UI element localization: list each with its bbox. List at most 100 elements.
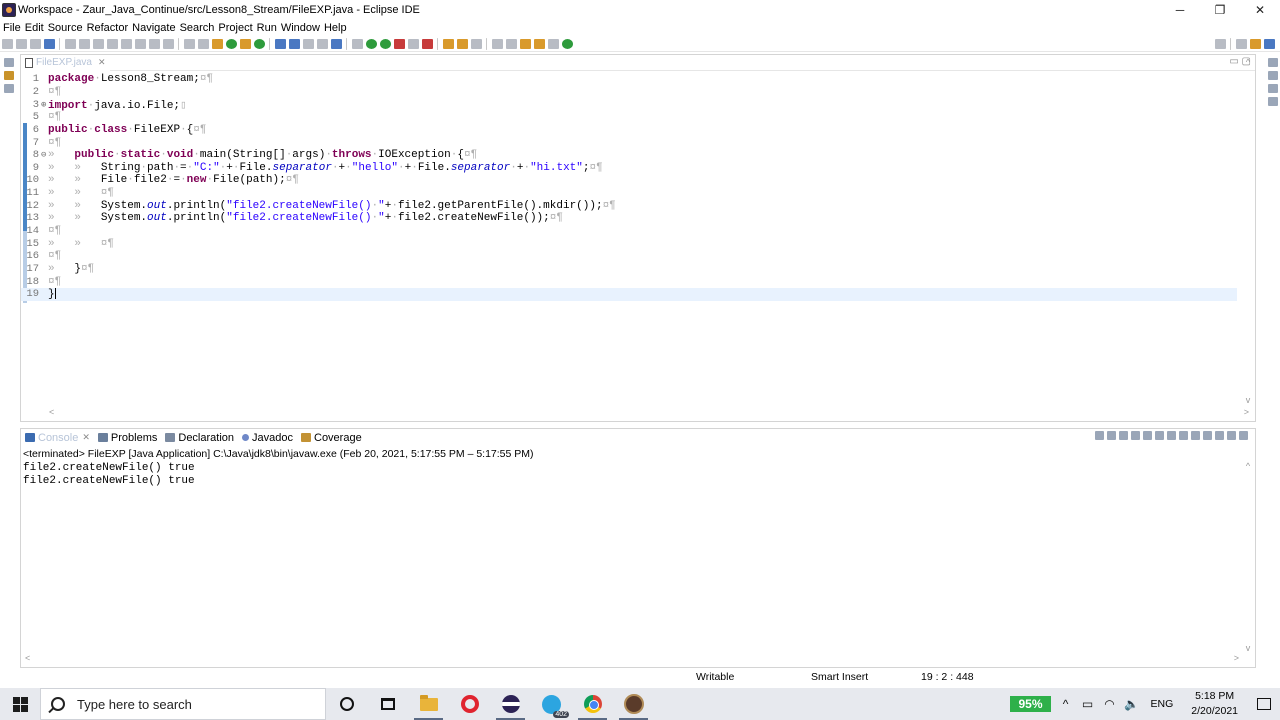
toggle-block-selection-icon[interactable] (302, 38, 314, 49)
editor-vertical-scrollbar[interactable]: ^ v (1241, 55, 1255, 407)
chrome-button[interactable] (572, 688, 613, 720)
code-line[interactable]: 16 ¤¶ (21, 250, 1237, 263)
game-app-button[interactable] (613, 688, 654, 720)
close-button[interactable]: ✕ (1240, 0, 1280, 20)
fold-toggle-icon[interactable]: ⊖ (41, 150, 48, 160)
external-tools-icon[interactable] (393, 38, 405, 49)
code-line[interactable]: 10 » » File·file2·=·new·File(path);¤¶ (21, 174, 1237, 187)
tab-problems[interactable]: Problems (94, 432, 161, 444)
task-view-button[interactable] (367, 688, 408, 720)
code-line[interactable]: 6 public·class·FileEXP·{¤¶ (21, 124, 1237, 137)
tab-coverage[interactable]: Coverage (297, 432, 366, 444)
code-line[interactable]: 11 » » ¤¶ (21, 187, 1237, 200)
taskbar-search-box[interactable]: Type here to search (40, 688, 326, 720)
menu-window[interactable]: Window (279, 22, 322, 34)
step-into-icon[interactable] (134, 38, 146, 49)
cortana-button[interactable] (326, 688, 367, 720)
code-line[interactable]: 15 » » ¤¶ (21, 237, 1237, 250)
code-line[interactable]: 9 » » String·path·=·"C:"·+·File.separator… (21, 162, 1237, 175)
close-icon[interactable]: ✕ (98, 57, 106, 68)
code-line[interactable]: 7 ¤¶ (21, 136, 1237, 149)
stop-icon[interactable] (407, 38, 419, 49)
package-explorer-icon[interactable] (4, 71, 14, 80)
restore-view-icon[interactable] (1268, 84, 1278, 93)
code-line[interactable]: 1 package·Lesson8_Stream;¤¶ (21, 73, 1237, 86)
input-language[interactable]: ENG (1143, 698, 1182, 710)
word-wrap-icon[interactable] (1166, 431, 1176, 440)
task-list-icon[interactable] (1268, 71, 1278, 80)
restore-view-icon[interactable] (1268, 58, 1278, 67)
open-type-icon[interactable] (211, 38, 223, 49)
code-line[interactable]: 12 » » System.out.println("file2.createNe… (21, 200, 1237, 213)
menu-project[interactable]: Project (216, 22, 254, 34)
action-center-button[interactable] (1248, 698, 1280, 710)
scroll-right-arrow[interactable]: > (1244, 407, 1249, 419)
new-java-project-icon[interactable] (239, 38, 251, 49)
scroll-down-arrow[interactable]: v (1246, 395, 1251, 405)
code-line[interactable]: 3 ⊕ import·java.io.File;▯ (21, 98, 1237, 112)
battery-icon[interactable]: ▭ (1077, 688, 1099, 720)
show-on-output-icon[interactable] (1178, 431, 1188, 440)
next-annotation-icon[interactable] (491, 38, 503, 49)
skip-breakpoints-icon[interactable] (64, 38, 76, 49)
java-server-icon[interactable] (225, 38, 237, 49)
type-hierarchy-icon[interactable] (4, 84, 14, 93)
save-icon[interactable] (15, 38, 27, 49)
code-line[interactable]: 18 ¤¶ (21, 275, 1237, 288)
code-line[interactable]: 5 ¤¶ (21, 111, 1237, 124)
drop-to-frame-icon[interactable] (183, 38, 195, 49)
code-line[interactable]: 2 ¤¶ (21, 86, 1237, 99)
console-horizontal-scrollbar[interactable]: < > (25, 653, 1239, 665)
new-class-icon[interactable] (253, 38, 265, 49)
menu-help[interactable]: Help (322, 22, 349, 34)
new-icon[interactable] (1, 38, 13, 49)
show-whitespace-icon[interactable] (330, 38, 342, 49)
use-step-filters-icon[interactable] (197, 38, 209, 49)
menu-refactor[interactable]: Refactor (85, 22, 131, 34)
console-vertical-scrollbar[interactable]: ^ v (1241, 461, 1255, 653)
start-button[interactable] (0, 688, 40, 720)
run-last-tool-icon[interactable] (421, 38, 433, 49)
opera-button[interactable] (449, 688, 490, 720)
tray-overflow-chevron-icon[interactable]: ^ (1055, 688, 1077, 720)
scroll-right-arrow[interactable]: > (1234, 653, 1239, 665)
suspend-icon[interactable] (92, 38, 104, 49)
step-return-icon[interactable] (162, 38, 174, 49)
wifi-icon[interactable]: ◠ (1099, 688, 1121, 720)
code-line[interactable]: 19} (21, 288, 1237, 301)
word-wrap-icon[interactable] (316, 38, 328, 49)
run-icon[interactable] (365, 38, 377, 49)
restore-button[interactable]: ❐ (1200, 0, 1240, 20)
back-icon[interactable] (533, 38, 545, 49)
terminate-icon[interactable] (1106, 431, 1116, 440)
scroll-up-arrow[interactable]: ^ (1246, 57, 1250, 67)
fold-toggle-icon[interactable]: ⊕ (41, 100, 48, 110)
tab-javadoc[interactable]: Javadoc (238, 432, 297, 444)
code-line[interactable]: 13 » » System.out.println("file2.createNe… (21, 212, 1237, 225)
scroll-down-arrow[interactable]: v (1246, 643, 1251, 653)
disconnect-icon[interactable] (120, 38, 132, 49)
last-edit-location-icon[interactable] (519, 38, 531, 49)
tab-declaration[interactable]: Declaration (161, 432, 238, 444)
previous-annotation-icon[interactable] (505, 38, 517, 49)
close-icon[interactable]: ✕ (82, 432, 90, 443)
scroll-left-arrow[interactable]: < (25, 653, 30, 665)
save-all-icon[interactable] (29, 38, 41, 49)
open-folder-icon[interactable] (442, 38, 454, 49)
minimize-icon[interactable] (1226, 431, 1236, 440)
volume-icon[interactable]: 🔈 (1121, 688, 1143, 720)
open-console-icon[interactable] (1214, 431, 1224, 440)
scroll-left-arrow[interactable]: < (49, 407, 54, 419)
pin-editor-icon[interactable] (561, 38, 573, 49)
terminate-icon[interactable] (106, 38, 118, 49)
file-explorer-button[interactable] (408, 688, 449, 720)
toggle-mark-occurrences-icon[interactable] (274, 38, 286, 49)
remove-all-terminated-icon[interactable] (1130, 431, 1140, 440)
battery-percent-badge[interactable]: 95% (1010, 696, 1051, 712)
terminal-icon[interactable] (43, 38, 55, 49)
telegram-button[interactable]: 402 (531, 688, 572, 720)
minimize-button[interactable]: ─ (1160, 0, 1200, 20)
toggle-breadcrumb-icon[interactable] (288, 38, 300, 49)
step-over-icon[interactable] (148, 38, 160, 49)
display-console-icon[interactable] (1202, 431, 1212, 440)
